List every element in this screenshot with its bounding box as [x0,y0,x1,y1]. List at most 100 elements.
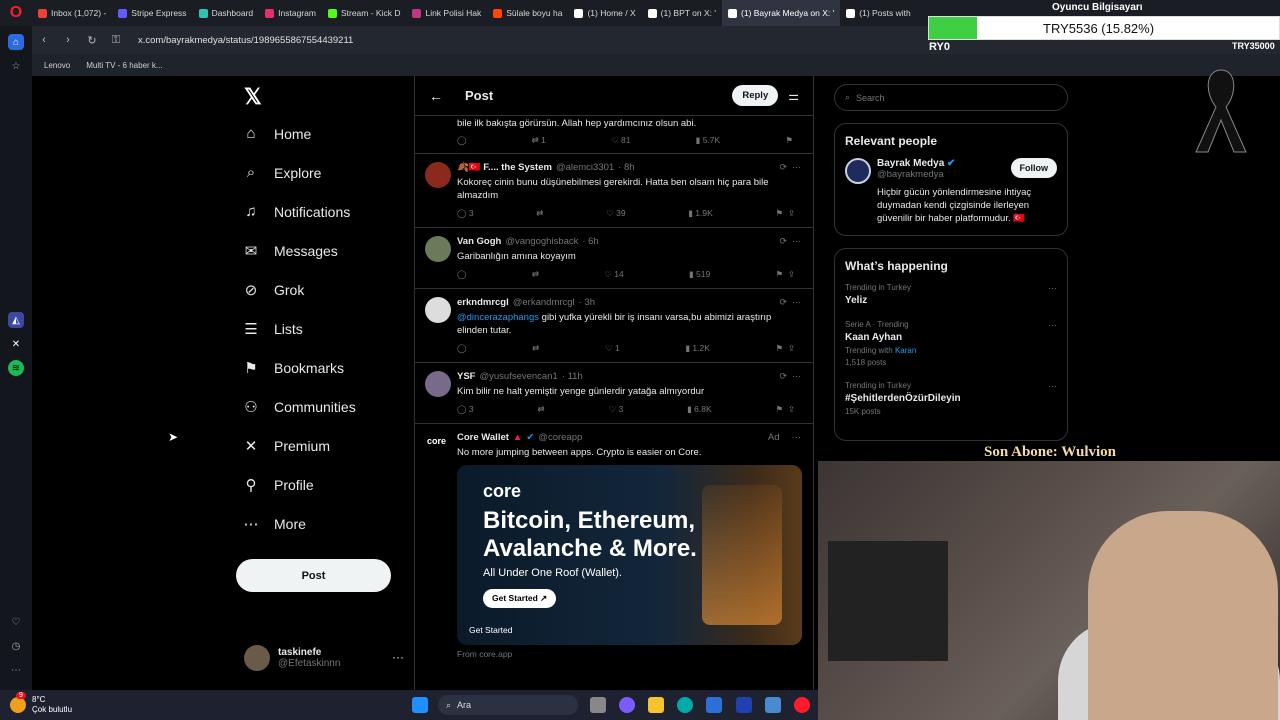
browser-tab[interactable]: (1) Posts with [840,0,917,26]
browser-tab[interactable]: Stream - Kick D [322,0,407,26]
reply-button[interactable]: Reply [732,85,779,106]
account-switcher[interactable]: taskinefe @Efetaskinnn ··· [244,642,404,674]
store-icon[interactable] [706,697,722,713]
opera-icon[interactable] [794,697,810,713]
avatar[interactable] [425,162,451,188]
retweet-icon[interactable]: ⇄ [536,208,543,219]
tweet-handle[interactable]: @yusufsevencan1 [479,371,557,382]
nav-item-more[interactable]: ⋯ More [242,504,412,543]
app-icon[interactable] [736,697,752,713]
home-icon[interactable]: ⌂ [8,34,24,50]
trend-with-link[interactable]: Karan [895,346,916,355]
browser-tab[interactable]: Link Polisi Hak [406,0,487,26]
like-icon[interactable]: ♡ 81 [611,135,630,146]
get-started-button[interactable]: Get Started ↗ [483,589,557,608]
reload-icon[interactable]: ↻ [80,34,104,47]
search-input[interactable]: ⌕ Search [834,84,1068,111]
app-icon[interactable]: ◭ [8,312,24,328]
taskbar-search[interactable]: ⌕ Ara [438,695,578,715]
copilot-icon[interactable] [619,697,635,713]
forward-icon[interactable]: › [56,34,80,46]
browser-tab[interactable]: (1) Home / X [568,0,641,26]
edge-icon[interactable] [677,697,693,713]
retweet-icon[interactable]: ⇄ [532,269,539,280]
trend-item[interactable]: Serie A · Trending Kaan Ayhan Trending wi… [845,320,1057,367]
avatar[interactable] [425,297,451,323]
views-icon[interactable]: ▮ 1.2K [685,343,710,354]
mail-icon[interactable] [765,697,781,713]
nav-item-premium[interactable]: ✕ Premium [242,426,412,465]
views-icon[interactable]: ▮ 5.7K [696,135,721,146]
browser-tab[interactable]: Sülale boyu ha [487,0,568,26]
trend-item[interactable]: Trending in Turkey #ŞehitlerdenÖzürDiley… [845,381,1057,416]
more-icon[interactable]: ··· [392,650,404,664]
history-icon[interactable]: ◷ [8,638,24,654]
retweet-icon[interactable]: ⇄ [532,343,539,354]
x-logo-icon[interactable]: 𝕏 [244,84,412,114]
tweet-author[interactable]: Van Gogh [457,236,501,247]
like-icon[interactable]: ♡ 3 [608,404,623,415]
x-app-icon[interactable]: ✕ [8,336,24,352]
tweet-author[interactable]: YSF [457,371,475,382]
back-arrow-icon[interactable]: ← [429,88,443,104]
browser-tab[interactable]: (1) Bayrak Medya on X: ' [721,0,841,26]
more-icon[interactable]: ⟳ ··· [779,297,801,308]
tweet[interactable]: 🍂🇹🇷 F.... the System @alemci3301 · 8h ⟳ … [415,154,813,228]
more-icon[interactable]: ··· [1048,283,1057,293]
avatar[interactable] [425,371,451,397]
mention-link[interactable]: @dincerazaphangs [457,312,539,323]
reply-icon[interactable]: ◯ 3 [457,404,474,415]
ad-card[interactable]: core Bitcoin, Ethereum, Avalanche & More… [457,465,802,645]
nav-item-communities[interactable]: ⚇ Communities [242,387,412,426]
browser-tab[interactable]: x.com/timursc [917,0,922,26]
nav-item-profile[interactable]: ⚲ Profile [242,465,412,504]
tweet[interactable]: YSF @yusufsevencan1 · 11h ⟳ ··· Kim bili… [415,363,813,424]
bookmark-item[interactable]: Lenovo [44,61,70,70]
star-icon[interactable]: ☆ [8,58,24,74]
post-button[interactable]: Post [236,559,391,592]
nav-item-notifications[interactable]: ♫ Notifications [242,192,412,231]
back-icon[interactable]: ‹ [32,34,56,46]
opera-logo-icon[interactable]: O [0,0,32,26]
views-icon[interactable]: ▮ 519 [689,269,710,280]
tweet-handle[interactable]: @erkandmrcgl [513,297,575,308]
windows-start-icon[interactable] [412,697,428,713]
tweet-author[interactable]: 🍂🇹🇷 F.... the System [457,162,552,173]
task-view-icon[interactable] [590,697,606,713]
nav-item-grok[interactable]: ⊘ Grok [242,270,412,309]
more-icon[interactable]: ··· [1048,381,1057,391]
tweet-handle[interactable]: @alemci3301 [556,162,614,173]
browser-tab[interactable]: Instagram [259,0,322,26]
file-explorer-icon[interactable] [648,697,664,713]
more-icon[interactable]: ⟳ ··· [779,236,801,247]
like-icon[interactable]: ♡ 14 [604,269,623,280]
heart-icon[interactable]: ♡ [8,614,24,630]
nav-item-home[interactable]: ⌂ Home [242,114,412,153]
nav-item-lists[interactable]: ☰ Lists [242,309,412,348]
tweet-handle[interactable]: @vangoghisback [505,236,578,247]
url-field[interactable]: x.com/bayrakmedya/status/198965586755443… [138,35,353,46]
reply-icon[interactable]: ◯ [457,343,467,354]
site-info-icon[interactable]: ⚿ [104,34,128,47]
more-icon[interactable]: ··· [792,432,802,443]
tweet[interactable]: Van Gogh @vangoghisback · 6h ⟳ ··· Garib… [415,228,813,289]
reply-icon[interactable]: ◯ [457,269,467,280]
more-icon[interactable]: ⟳ ··· [779,162,801,173]
bookmark-icon[interactable]: ⚑ [785,135,793,146]
views-icon[interactable]: ▮ 6.8K [687,404,712,415]
tweet-author[interactable]: erkndmrcgl [457,297,509,308]
like-icon[interactable]: ♡ 39 [606,208,625,219]
ad-tweet[interactable]: core Core Wallet ▲ ✔ @coreapp Ad ··· No … [415,424,813,659]
views-icon[interactable]: ▮ 1.9K [688,208,713,219]
more-icon[interactable]: ⋯ [8,662,24,678]
relevant-person[interactable]: Bayrak Medya ✔ @bayrakmedya Hiçbir gücün… [845,158,1057,225]
ad-card-footer[interactable]: Get Started [469,625,512,635]
browser-tab[interactable]: Inbox (1,072) - [32,0,112,26]
bookmark-icon[interactable]: ⚑ ⇪ [776,404,795,415]
follow-button[interactable]: Follow [1010,158,1057,178]
trend-item[interactable]: Trending in Turkey Yeliz ··· [845,283,1057,306]
bookmark-item[interactable]: Multi TV - 6 haber k... [86,61,162,70]
nav-item-explore[interactable]: ⌕ Explore [242,153,412,192]
more-icon[interactable]: ··· [1048,320,1057,330]
avatar[interactable] [425,236,451,262]
